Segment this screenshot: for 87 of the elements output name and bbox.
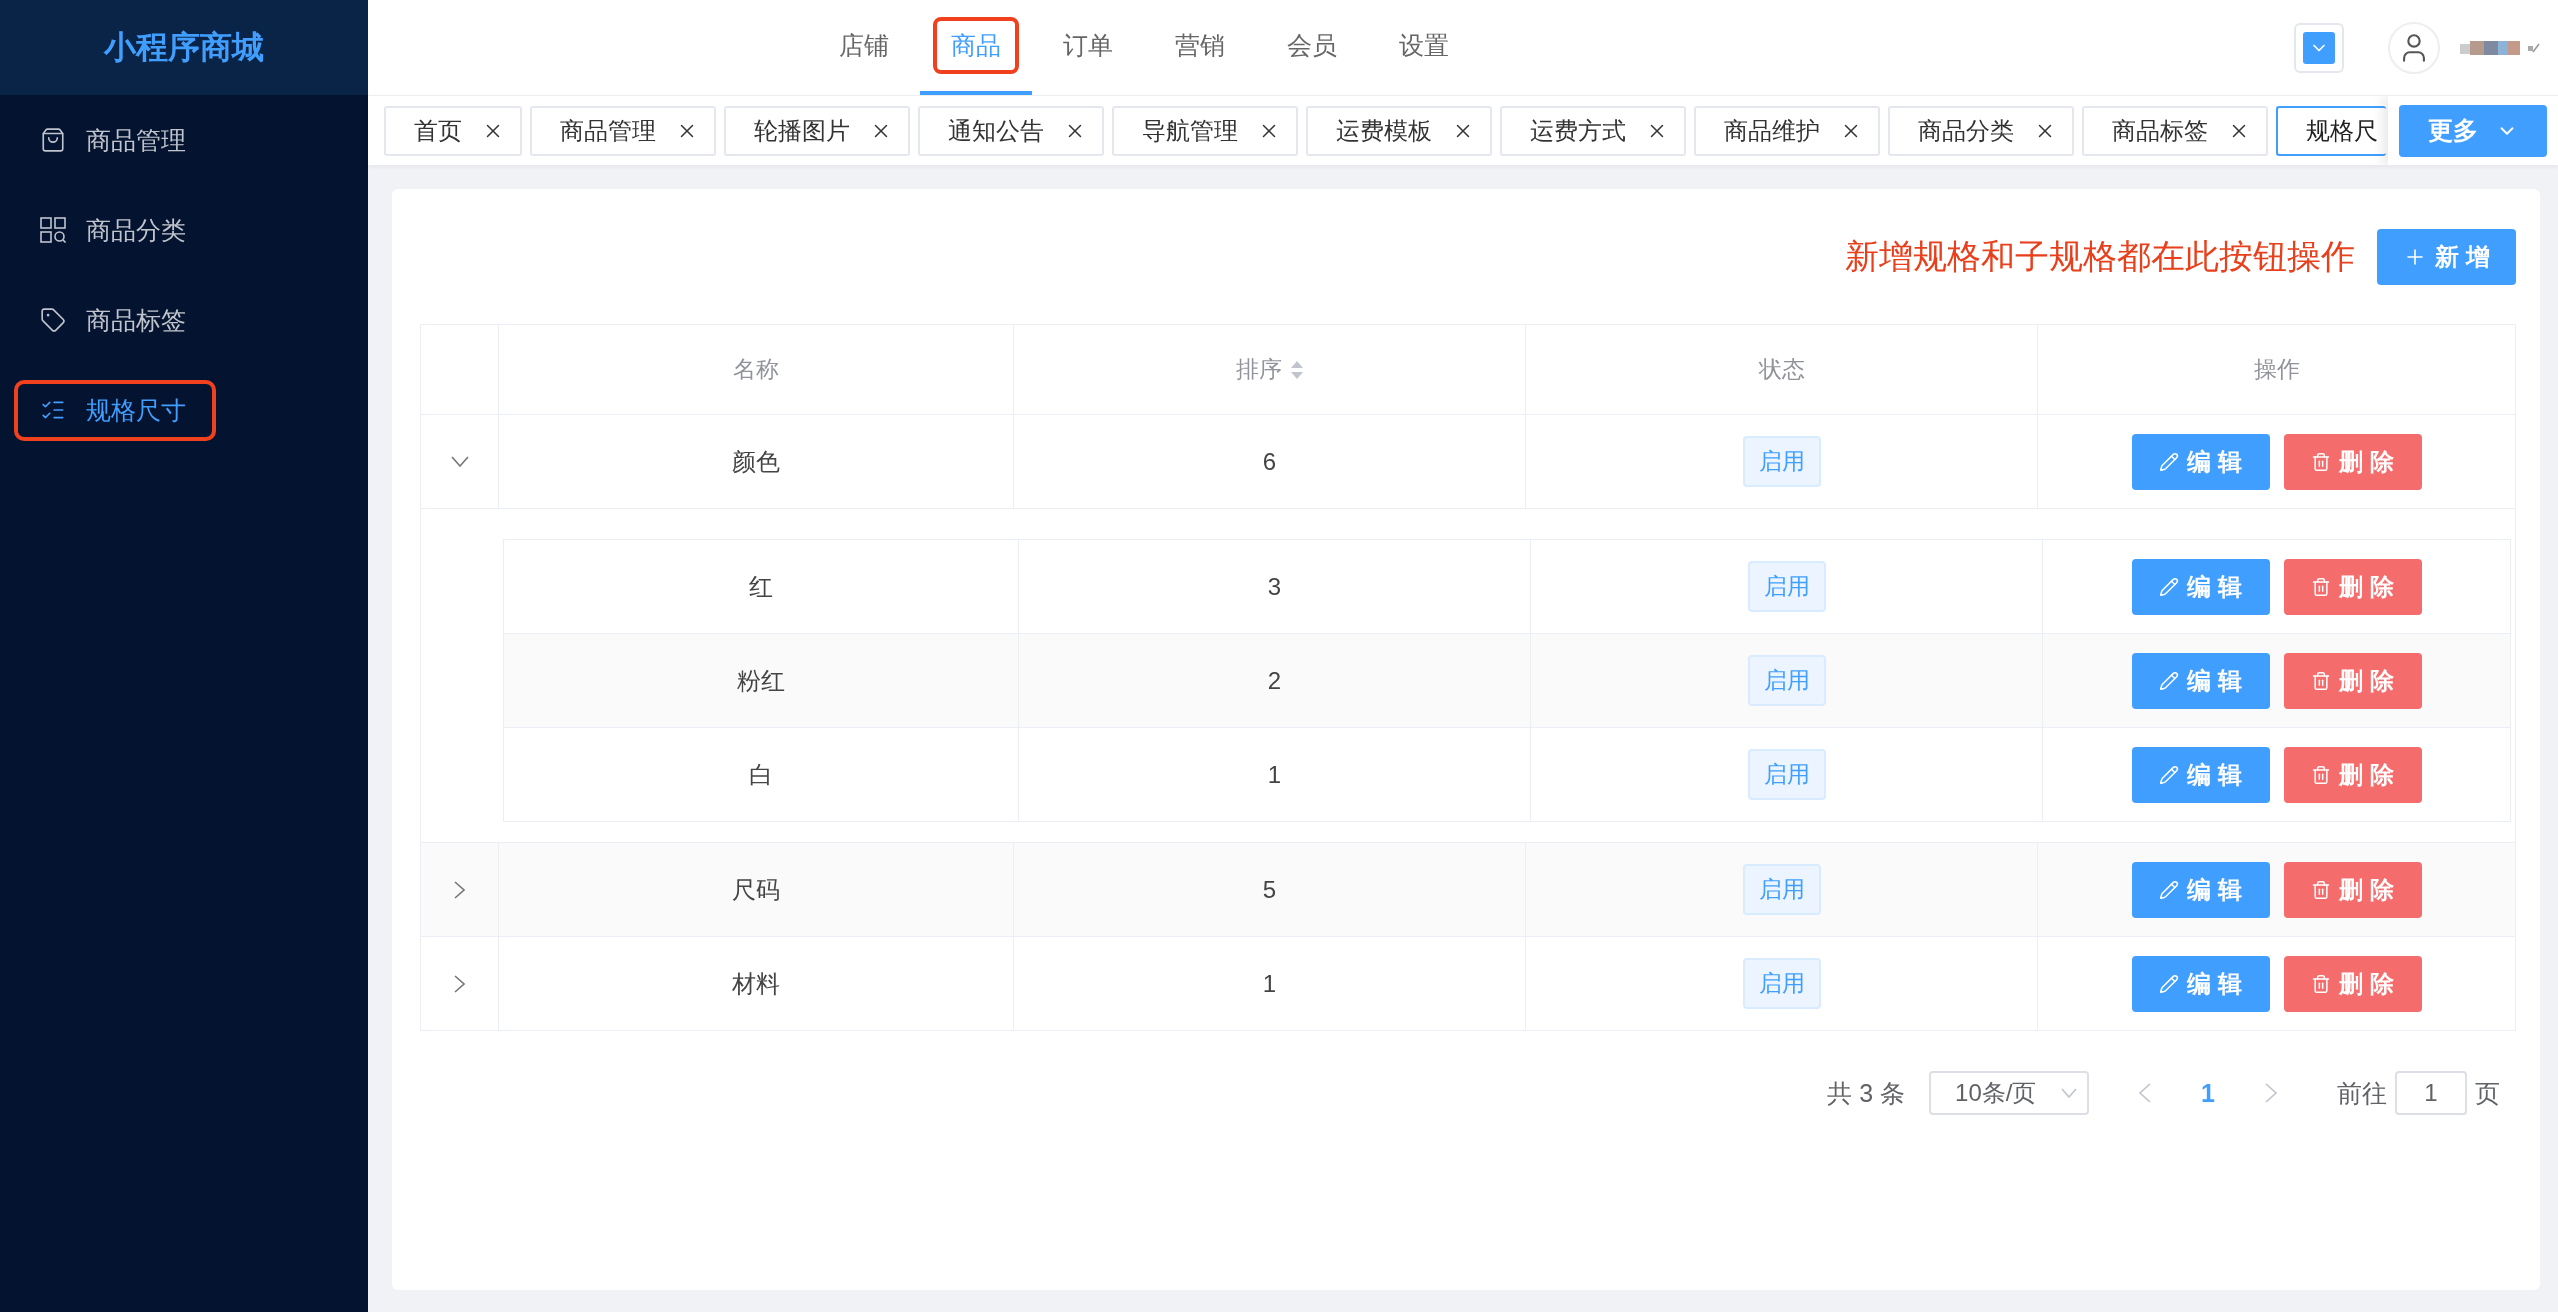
page-tab[interactable]: 通知公告 xyxy=(918,105,1104,156)
sort-cell: 1 xyxy=(1262,969,1277,998)
page-tab[interactable]: 导航管理 xyxy=(1112,105,1298,156)
nav-label: 设置 xyxy=(1398,30,1450,61)
status-tag: 启用 xyxy=(1742,864,1821,915)
page-tab[interactable]: 商品分类 xyxy=(1888,105,2074,156)
page-tab[interactable]: 轮播图片 xyxy=(724,105,910,156)
status-tag: 启用 xyxy=(1747,561,1826,612)
expand-toggle[interactable] xyxy=(454,880,465,899)
sort-cell: 3 xyxy=(1267,572,1282,601)
page-tab[interactable]: 商品维护 xyxy=(1694,105,1880,156)
trash-icon xyxy=(2311,670,2332,691)
trash-icon xyxy=(2311,576,2332,597)
nav-label: 订单 xyxy=(1062,30,1114,61)
column-header: 状态 xyxy=(1758,355,1805,384)
status-tag: 启用 xyxy=(1747,749,1826,800)
sort-cell: 1 xyxy=(1267,760,1282,789)
delete-button[interactable]: 删 除 xyxy=(2283,746,2422,803)
sort-cell: 2 xyxy=(1267,666,1282,695)
tag-icon xyxy=(40,307,66,333)
nav-label: 店铺 xyxy=(838,30,890,61)
expand-toggle[interactable] xyxy=(450,456,469,467)
column-header: 名称 xyxy=(733,355,779,384)
chevron-right-icon xyxy=(2265,1083,2277,1103)
bag-icon xyxy=(40,127,66,153)
page-tab[interactable]: 首页 xyxy=(384,105,522,156)
hint-text: 新增规格和子规格都在此按钮操作 xyxy=(1845,236,2356,277)
chevron-down-icon xyxy=(2061,1088,2078,1098)
status-tag: 启用 xyxy=(1747,655,1826,706)
sidebar-item[interactable]: 规格尺寸 xyxy=(14,379,216,441)
pencil-icon xyxy=(2159,576,2180,597)
status-tag: 启用 xyxy=(1742,958,1821,1009)
nav-tab[interactable]: 店铺 xyxy=(808,0,920,95)
page-tab[interactable]: 商品标签 xyxy=(2082,105,2268,156)
name-cell-text: 尺码 xyxy=(732,874,780,905)
status-tag: 启用 xyxy=(1742,436,1821,487)
dropdown-button[interactable] xyxy=(2294,22,2344,73)
name-cell-text: 材料 xyxy=(732,968,780,999)
grid-icon xyxy=(40,217,66,243)
pencil-icon xyxy=(2159,764,2180,785)
chevron-left-icon xyxy=(2139,1083,2152,1103)
column-header: 排序 xyxy=(1235,355,1282,384)
name-cell-text: 红 xyxy=(749,571,773,602)
nav-tab[interactable]: 会员 xyxy=(1256,0,1368,95)
nav-tab[interactable]: 设置 xyxy=(1368,0,1480,95)
delete-button[interactable]: 删 除 xyxy=(2283,955,2422,1012)
trash-icon xyxy=(2311,451,2332,472)
page-size-select[interactable]: 10条/页 xyxy=(1929,1071,2090,1115)
page-suffix: 页 xyxy=(2475,1077,2500,1109)
delete-button[interactable]: 删 除 xyxy=(2283,861,2422,918)
name-cell-text: 粉红 xyxy=(737,665,785,696)
sidebar-item[interactable]: 商品分类 xyxy=(14,199,216,261)
app-logo: 小程序商城 xyxy=(0,0,368,95)
goto-label: 前往 xyxy=(2337,1077,2387,1109)
chevron-right-icon xyxy=(454,974,465,993)
avatar-icon[interactable] xyxy=(2388,21,2440,74)
chevron-down-icon xyxy=(450,456,469,467)
name-cell-text: 颜色 xyxy=(732,446,780,477)
page-tab[interactable]: 运费模板 xyxy=(1306,105,1492,156)
trash-icon xyxy=(2311,973,2332,994)
nav-label: 营销 xyxy=(1174,30,1226,61)
pencil-icon xyxy=(2159,670,2180,691)
pencil-icon xyxy=(2159,451,2180,472)
pencil-icon xyxy=(2159,973,2180,994)
nav-tab[interactable]: 营销 xyxy=(1144,0,1256,95)
nav-label: 会员 xyxy=(1286,30,1338,61)
column-header: 操作 xyxy=(2253,355,2300,384)
page-tab[interactable]: 运费方式 xyxy=(1500,105,1686,156)
expand-toggle[interactable] xyxy=(454,974,465,993)
sidebar-item[interactable]: 商品管理 xyxy=(14,109,216,171)
delete-button[interactable]: 删 除 xyxy=(2283,652,2422,709)
chevron-right-icon xyxy=(454,880,465,899)
pencil-icon xyxy=(2159,879,2180,900)
nav-tab[interactable]: 订单 xyxy=(1032,0,1144,95)
page-tab[interactable]: 规格尺 xyxy=(2276,105,2386,156)
name-cell-text: 白 xyxy=(749,759,773,790)
page-tab[interactable]: 商品管理 xyxy=(530,105,716,156)
sort-cell: 6 xyxy=(1262,447,1277,476)
sort-cell: 5 xyxy=(1262,875,1277,904)
trash-icon xyxy=(2311,764,2332,785)
total-count: 共 3 条 xyxy=(1827,1077,1906,1109)
delete-button[interactable]: 删 除 xyxy=(2283,558,2422,615)
nav-label: 商品 xyxy=(933,17,1019,74)
delete-button[interactable]: 删 除 xyxy=(2283,433,2422,490)
trash-icon xyxy=(2311,879,2332,900)
sidebar-item[interactable]: 商品标签 xyxy=(14,289,216,351)
page-input[interactable]: 1 xyxy=(2395,1071,2467,1115)
